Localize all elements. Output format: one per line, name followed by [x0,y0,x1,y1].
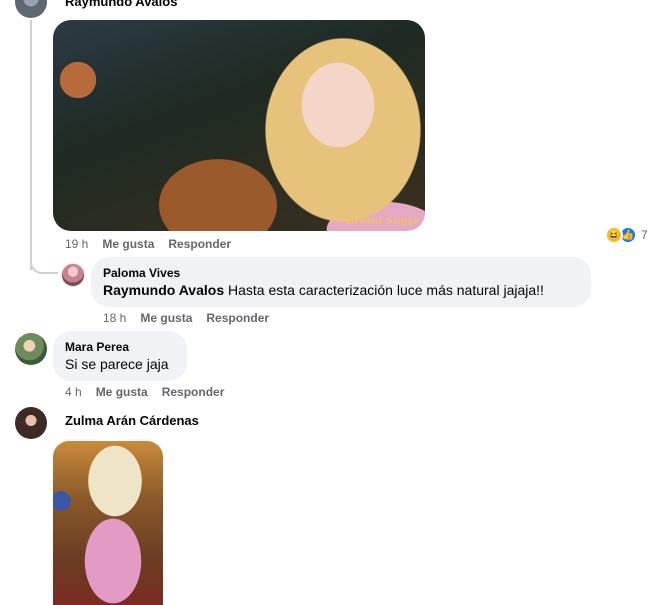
reaction-summary[interactable]: 😆 👍 7 [605,226,648,244]
reply-button[interactable]: Responder [168,237,231,251]
comment-bubble: Paloma Vives Raymundo Avalos Hasta esta … [91,257,591,307]
gif-attachment[interactable]: Brown Sugar [53,20,425,231]
comment-text: Si se parece jaja [65,356,169,372]
comment-author[interactable]: Mara Perea [65,339,175,355]
comment-time[interactable]: 18 h [103,311,126,325]
reply-button[interactable]: Responder [162,385,225,399]
comment-time[interactable]: 19 h [65,237,88,251]
reply-thread-line [30,20,32,270]
avatar[interactable] [61,263,85,287]
comment-actions: 4 h Me gusta Responder [65,385,238,399]
avatar[interactable] [15,0,47,18]
comment-actions: 18 h Me gusta Responder [103,311,283,325]
avatar[interactable] [15,333,47,365]
like-button[interactable]: Me gusta [140,311,192,325]
haha-icon: 😆 [605,226,623,244]
comment-time[interactable]: 4 h [65,385,82,399]
comment-author[interactable]: Raymundo Avalos [65,0,177,9]
reply-button[interactable]: Responder [206,311,269,325]
avatar[interactable] [15,407,47,439]
gif-watermark: Brown Sugar [346,216,419,227]
gif-attachment[interactable] [53,441,163,605]
reply-thread-connector [30,248,58,274]
comment-text-body: Hasta esta caracterización luce más natu… [224,282,544,298]
comment-actions: 19 h Me gusta Responder [65,237,245,251]
comment-author[interactable]: Paloma Vives [103,265,579,281]
comment-author[interactable]: Zulma Arán Cárdenas [65,413,199,428]
reaction-count: 7 [641,228,648,242]
like-button[interactable]: Me gusta [102,237,154,251]
comment-text: Raymundo Avalos Hasta esta caracterizaci… [103,281,579,300]
mention-link[interactable]: Raymundo Avalos [103,282,224,298]
like-button[interactable]: Me gusta [96,385,148,399]
comment-bubble: Mara Perea Si se parece jaja [53,331,187,381]
